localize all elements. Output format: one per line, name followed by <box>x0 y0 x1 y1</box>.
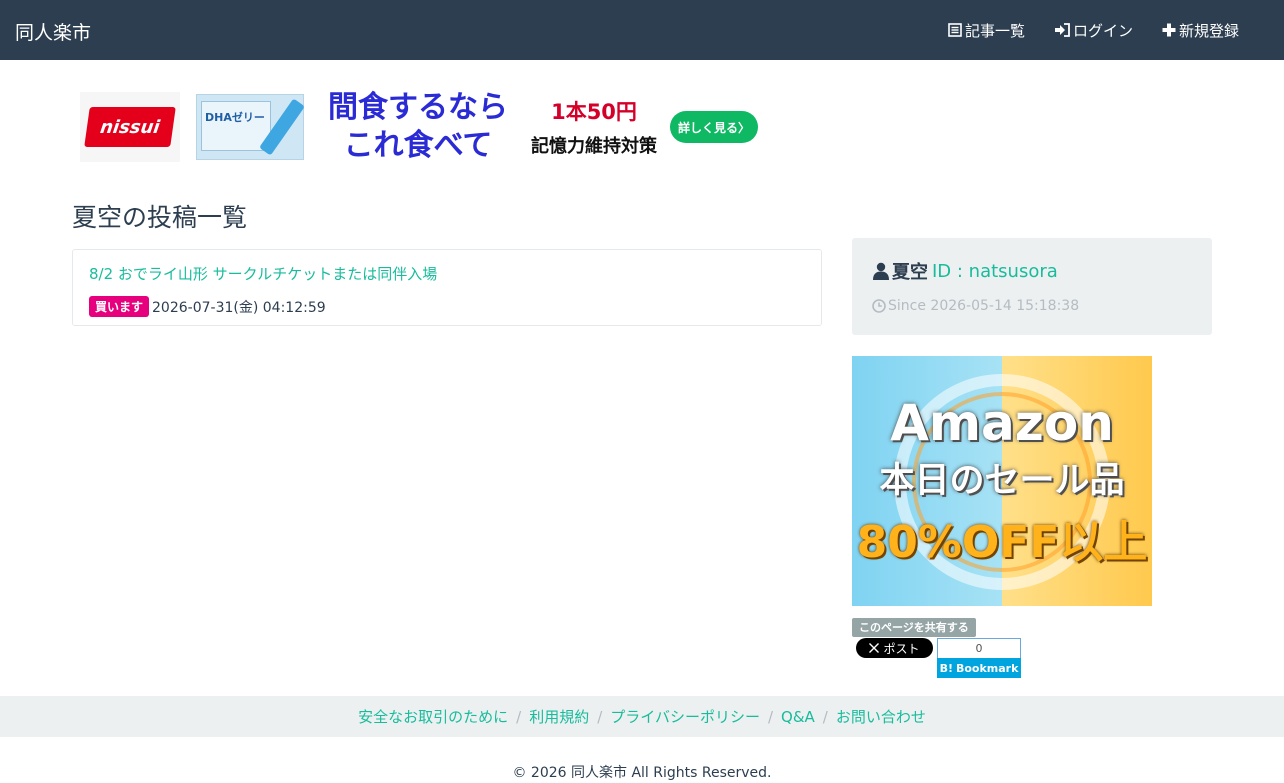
ad-line2: 本日のセール品 <box>879 461 1125 501</box>
profile-id: ID : natsusora <box>932 260 1058 282</box>
profile-card: 夏空 ID : natsusora Since 2026-05-14 15:18… <box>852 238 1212 335</box>
x-post-button[interactable]: ポスト <box>856 638 933 658</box>
footer-link-contact[interactable]: お問い合わせ <box>836 706 926 727</box>
x-post-label: ポスト <box>883 641 920 656</box>
profile-heading: 夏空 ID : natsusora <box>872 258 1192 284</box>
log-in-icon <box>1054 23 1070 37</box>
navbar: 同人楽市 記事一覧 ログイン 新規登録 <box>0 0 1284 60</box>
post-title-link[interactable]: 8/2 おでライ山形 サークルチケットまたは同伴入場 <box>89 263 805 284</box>
ad-line3: 80%OFF以上 <box>856 517 1148 568</box>
banner-headline-line2: これ食べて <box>343 128 493 163</box>
hatena-bookmark-label: Bookmark <box>955 661 1019 675</box>
page-title: 夏空の投稿一覧 <box>72 203 248 232</box>
nav-login-link[interactable]: ログイン <box>1054 20 1133 41</box>
hatena-b-icon: B! <box>939 661 953 675</box>
footer-link-qa[interactable]: Q&A <box>781 708 815 726</box>
footer-separator: / <box>516 707 522 726</box>
nav-register-link[interactable]: 新規登録 <box>1162 20 1239 41</box>
footer-link-safety[interactable]: 安全なお取引のために <box>358 706 508 727</box>
nissui-logo-text: nissui <box>98 116 162 138</box>
nissui-logo: nissui <box>80 92 180 162</box>
list-alt-icon <box>948 23 962 37</box>
nav-articles-link[interactable]: 記事一覧 <box>948 20 1025 41</box>
share-label: このページを共有する <box>852 618 976 637</box>
buy-badge: 買います <box>89 296 150 317</box>
clock-icon <box>872 299 886 313</box>
nav-login-label: ログイン <box>1072 21 1133 40</box>
copyright: © 2026 同人楽市 All Rights Reserved. <box>512 765 772 781</box>
banner-price-block: 1本50円 記憶力維持対策 <box>524 96 664 158</box>
navbar-menu: 記事一覧 ログイン 新規登録 <box>919 0 1239 60</box>
post-list-item: 8/2 おでライ山形 サークルチケットまたは同伴入場 買います 2026-07-… <box>72 249 822 326</box>
banner-price: 1本50円 <box>551 100 637 124</box>
banner-ad[interactable]: nissui DHAゼリー 間食するなら これ食べて 1本50円 記憶力維持対策… <box>80 90 796 164</box>
footer-link-terms[interactable]: 利用規約 <box>529 706 589 727</box>
ad-line1: Amazon <box>890 394 1114 452</box>
plus-icon <box>1162 23 1176 37</box>
post-meta: 買います 2026-07-31(金) 04:12:59 <box>89 296 805 317</box>
post-datetime: 2026-07-31(金) 04:12:59 <box>152 299 326 316</box>
user-icon <box>873 262 889 280</box>
nav-articles-label: 記事一覧 <box>964 21 1025 40</box>
profile-since-text: Since 2026-05-14 15:18:38 <box>888 298 1080 314</box>
profile-since: Since 2026-05-14 15:18:38 <box>872 298 1192 314</box>
footer-separator: / <box>767 707 774 726</box>
x-logo-icon <box>869 643 880 653</box>
banner-cta-button[interactable]: 詳しく見る〉 <box>670 111 758 143</box>
hatena-bookmark-button[interactable]: B! Bookmark <box>937 658 1021 678</box>
product-image: DHAゼリー <box>196 94 305 160</box>
footer-separator: / <box>822 707 828 726</box>
amazon-sale-ad[interactable]: Amazon 本日のセール品 80%OFF以上 <box>852 356 1152 606</box>
footer-links: 安全なお取引のために / 利用規約 / プライバシーポリシー / Q&A / お… <box>0 696 1284 737</box>
product-name: DHAゼリー <box>205 111 265 124</box>
banner-tagline: 記憶力維持対策 <box>531 136 657 157</box>
nav-register-label: 新規登録 <box>1178 21 1239 40</box>
hatena-count: 0 <box>937 638 1021 659</box>
footer-link-privacy[interactable]: プライバシーポリシー <box>610 706 760 727</box>
banner-headline-line1: 間食するなら <box>328 90 508 125</box>
banner-headline: 間食するなら これ食べて <box>318 89 518 165</box>
profile-name: 夏空 <box>892 262 928 283</box>
footer-separator: / <box>597 707 603 726</box>
brand-logo-link[interactable]: 同人楽市 <box>15 18 91 45</box>
